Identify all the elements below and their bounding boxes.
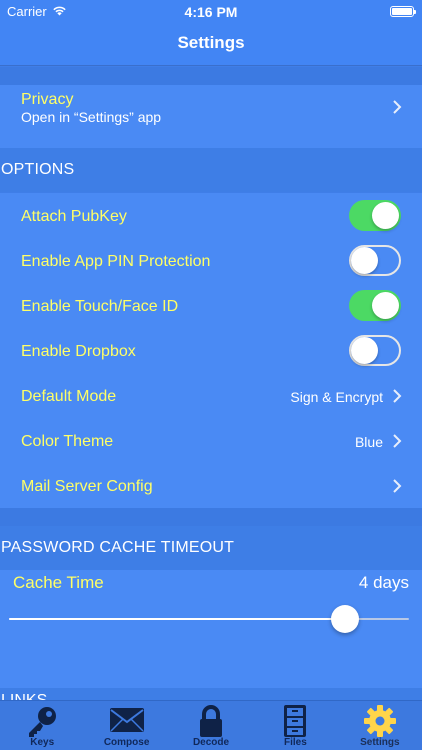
section-spacer <box>0 508 422 526</box>
tab-files[interactable]: Files <box>253 701 337 750</box>
chevron-right-icon <box>392 389 402 403</box>
section-spacer <box>0 67 422 85</box>
mail-server-config-row[interactable]: Mail Server Config <box>0 463 422 508</box>
dropbox-toggle[interactable] <box>349 335 401 366</box>
dropbox-row: Enable Dropbox <box>0 328 422 373</box>
options-header-label: OPTIONS <box>1 161 75 178</box>
touch-face-id-row: Enable Touch/Face ID <box>0 283 422 328</box>
chevron-right-icon <box>392 434 402 448</box>
row-label: Mail Server Config <box>21 478 153 495</box>
chevron-right-icon <box>392 100 402 114</box>
navigation-bar: Settings <box>0 24 422 66</box>
tab-label: Settings <box>360 737 400 748</box>
color-theme-value: Blue <box>354 434 383 450</box>
attach-pubkey-row: Attach PubKey <box>0 193 422 238</box>
tab-label: Files <box>284 737 307 748</box>
app-pin-row: Enable App PIN Protection <box>0 238 422 283</box>
battery-icon <box>390 6 416 17</box>
row-label: Enable Touch/Face ID <box>21 298 179 315</box>
page-title: Settings <box>177 33 245 52</box>
row-label: Attach PubKey <box>21 208 127 225</box>
tab-compose[interactable]: Compose <box>84 701 168 750</box>
options-section-header: OPTIONS <box>0 148 422 192</box>
cache-time-value: 4 days <box>358 573 409 592</box>
tab-decode[interactable]: Decode <box>169 701 253 750</box>
privacy-label: Privacy <box>21 91 74 108</box>
tab-keys[interactable]: Keys <box>0 701 84 750</box>
slider-fill <box>9 618 345 620</box>
status-bar: Carrier 4:16 PM <box>0 0 422 24</box>
default-mode-row[interactable]: Default Mode Sign & Encrypt <box>0 373 422 418</box>
row-label: Color Theme <box>21 433 114 450</box>
privacy-sublabel: Open in “Settings” app <box>21 109 162 125</box>
privacy-row[interactable]: Privacy Open in “Settings” app <box>0 85 422 148</box>
status-time: 4:16 PM <box>184 4 238 20</box>
password-cache-section-header: PASSWORD CACHE TIMEOUT <box>0 526 422 570</box>
tab-label: Compose <box>103 737 150 748</box>
chevron-right-icon <box>392 479 402 493</box>
app-pin-toggle[interactable] <box>349 245 401 276</box>
row-label: Enable Dropbox <box>21 343 136 360</box>
password-cache-header-label: PASSWORD CACHE TIMEOUT <box>1 539 235 556</box>
cache-time-label: Cache Time <box>13 573 104 592</box>
tab-label: Decode <box>192 737 230 748</box>
row-label: Default Mode <box>21 388 117 405</box>
color-theme-row[interactable]: Color Theme Blue <box>0 418 422 463</box>
default-mode-value: Sign & Encrypt <box>290 389 383 405</box>
row-label: Enable App PIN Protection <box>21 253 211 270</box>
tab-bar: Keys Compose Decode Files Settings <box>0 700 422 750</box>
slider-thumb[interactable] <box>331 605 359 633</box>
attach-pubkey-toggle[interactable] <box>349 200 401 231</box>
tab-label: Keys <box>30 737 55 748</box>
envelope-icon <box>109 707 145 738</box>
touch-face-id-toggle[interactable] <box>349 290 401 321</box>
tab-settings[interactable]: Settings <box>338 701 422 750</box>
